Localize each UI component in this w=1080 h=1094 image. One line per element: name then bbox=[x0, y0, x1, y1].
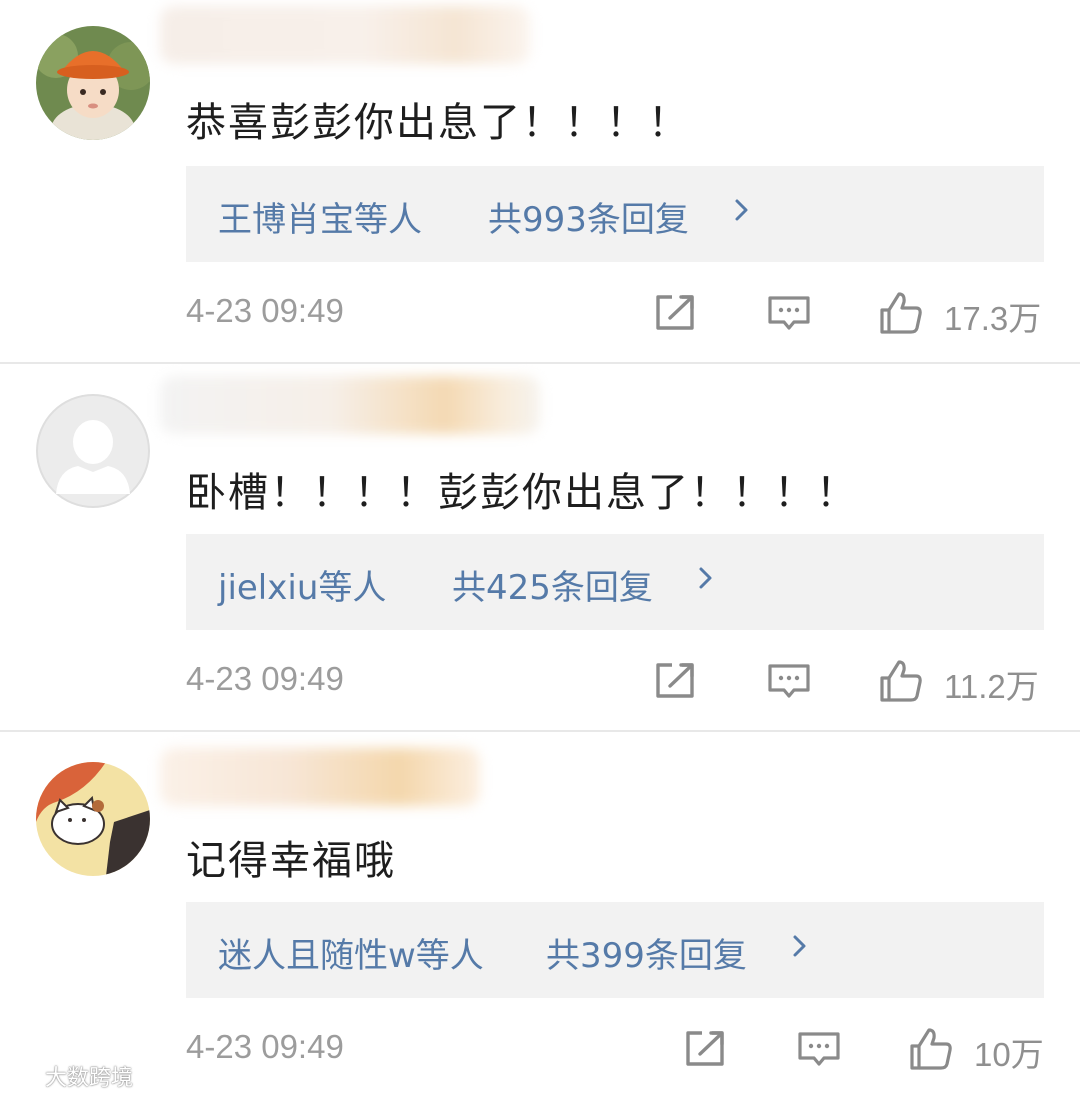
comment-text: 卧槽！！！！彭彭你出息了！！！！ bbox=[186, 470, 858, 516]
username-blurred[interactable] bbox=[160, 6, 530, 64]
share-icon[interactable] bbox=[652, 290, 698, 336]
avatar[interactable] bbox=[36, 762, 150, 876]
watermark: 大数跨境 bbox=[8, 1060, 133, 1092]
reply-users[interactable]: 迷人且随性w等人 bbox=[218, 928, 484, 977]
comment-item: 记得幸福哦 迷人且随性w等人 共399条回复 4-23 09:49 10万 bbox=[0, 732, 1080, 1094]
avatar[interactable] bbox=[36, 394, 150, 508]
reply-users[interactable]: jielxiu等人 bbox=[218, 560, 386, 609]
reply-count[interactable]: 共993条回复 bbox=[488, 192, 689, 241]
chevron-right-icon bbox=[699, 567, 712, 589]
comment-text: 记得幸福哦 bbox=[186, 838, 396, 884]
username-blurred[interactable] bbox=[160, 376, 540, 434]
username-blurred[interactable] bbox=[160, 748, 480, 806]
reply-count[interactable]: 共399条回复 bbox=[546, 928, 747, 977]
watermark-logo-icon bbox=[10, 1066, 36, 1086]
thumbs-up-icon[interactable] bbox=[878, 658, 924, 704]
comment-list: 恭喜彭彭你出息了！！！！ 王博肖宝等人 共993条回复 4-23 09:49 1… bbox=[0, 0, 1080, 1094]
watermark-text: 大数跨境 bbox=[45, 1066, 134, 1091]
replies-preview[interactable]: jielxiu等人 共425条回复 bbox=[186, 534, 1044, 630]
avatar[interactable] bbox=[36, 26, 150, 140]
thumbs-up-icon[interactable] bbox=[908, 1026, 954, 1072]
like-count: 10万 bbox=[974, 1036, 1044, 1073]
replies-preview[interactable]: 王博肖宝等人 共993条回复 bbox=[186, 166, 1044, 262]
comment-item: 卧槽！！！！彭彭你出息了！！！！ jielxiu等人 共425条回复 4-23 … bbox=[0, 364, 1080, 730]
comment-icon[interactable] bbox=[796, 1026, 842, 1072]
comment-time: 4-23 09:49 bbox=[186, 660, 344, 697]
comment-item: 恭喜彭彭你出息了！！！！ 王博肖宝等人 共993条回复 4-23 09:49 1… bbox=[0, 0, 1080, 362]
thumbs-up-icon[interactable] bbox=[878, 290, 924, 336]
comment-time: 4-23 09:49 bbox=[186, 1028, 344, 1065]
share-icon[interactable] bbox=[682, 1026, 728, 1072]
comment-time: 4-23 09:49 bbox=[186, 292, 344, 329]
like-count: 11.2万 bbox=[944, 668, 1039, 705]
reply-count[interactable]: 共425条回复 bbox=[452, 560, 653, 609]
chevron-right-icon bbox=[793, 935, 806, 957]
chevron-right-icon bbox=[735, 199, 748, 221]
reply-users[interactable]: 王博肖宝等人 bbox=[218, 192, 422, 241]
comment-icon[interactable] bbox=[766, 658, 812, 704]
replies-preview[interactable]: 迷人且随性w等人 共399条回复 bbox=[186, 902, 1044, 998]
share-icon[interactable] bbox=[652, 658, 698, 704]
like-count: 17.3万 bbox=[944, 300, 1042, 337]
comment-text: 恭喜彭彭你出息了！！！！ bbox=[186, 100, 690, 146]
comment-icon[interactable] bbox=[766, 290, 812, 336]
